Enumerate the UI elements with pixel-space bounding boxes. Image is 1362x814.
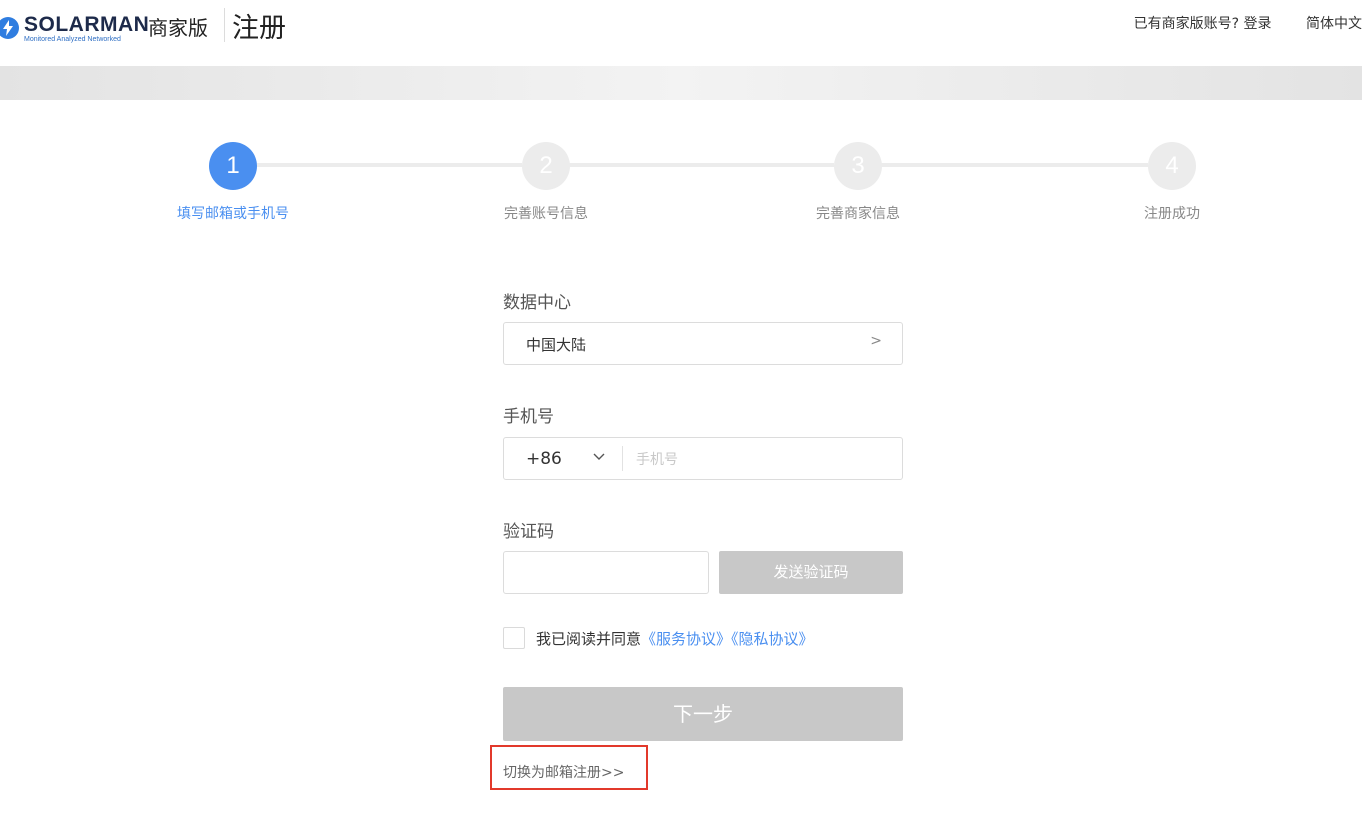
header: SOLARMAN Monitored Analyzed Networked 商家…: [0, 0, 1362, 66]
phone-divider: [622, 446, 623, 471]
step-1-circle: 1: [209, 142, 257, 190]
verify-code-label: 验证码: [503, 522, 554, 542]
send-code-button[interactable]: 发送验证码: [719, 551, 903, 594]
language-selector[interactable]: 简体中文: [1306, 13, 1362, 33]
edition-label: 商家版: [148, 16, 208, 40]
header-right: 已有商家版账号? 登录 简体中文: [1134, 13, 1362, 33]
step-2-circle: 2: [522, 142, 570, 190]
step-3-circle: 3: [834, 142, 882, 190]
page-title: 注册: [232, 13, 286, 44]
privacy-agreement-link[interactable]: 《隐私协议》: [731, 630, 814, 648]
phone-input[interactable]: [634, 446, 888, 473]
verify-code-input[interactable]: [514, 552, 698, 593]
data-center-label: 数据中心: [503, 293, 571, 313]
step-connector: [257, 163, 522, 167]
country-code-select[interactable]: +86: [504, 438, 622, 479]
brand-name: SOLARMAN: [24, 13, 150, 36]
step-2-label: 完善账号信息: [504, 206, 588, 222]
agreement-text: 我已阅读并同意《服务协议》《隐私协议》: [536, 628, 814, 649]
step-connector: [881, 163, 1148, 167]
login-link[interactable]: 已有商家版账号? 登录: [1134, 13, 1272, 33]
agreement-row: 我已阅读并同意《服务协议》《隐私协议》: [503, 627, 903, 649]
header-band: [0, 66, 1362, 100]
step-4-circle: 4: [1148, 142, 1196, 190]
registration-stepper: 1 2 3 4 填写邮箱或手机号 完善账号信息 完善商家信息 注册成功: [0, 140, 1362, 230]
data-center-select[interactable]: 中国大陆 >: [503, 322, 903, 365]
logo: SOLARMAN Monitored Analyzed Networked 商家…: [0, 8, 296, 48]
phone-field: +86: [503, 437, 903, 480]
service-agreement-link[interactable]: 《服务协议》: [641, 630, 731, 648]
brand-tagline: Monitored Analyzed Networked: [24, 36, 121, 43]
agree-checkbox[interactable]: [503, 627, 525, 649]
header-divider: [224, 8, 225, 42]
phone-label: 手机号: [503, 407, 554, 427]
agree-label: 我已阅读并同意: [536, 630, 642, 648]
country-code-value: +86: [526, 449, 562, 469]
chevron-down-icon: [592, 449, 606, 467]
step-1-label: 填写邮箱或手机号: [177, 206, 289, 222]
step-4-label: 注册成功: [1144, 206, 1200, 222]
verify-code-field: [503, 551, 709, 594]
data-center-value: 中国大陆: [526, 336, 587, 354]
step-connector: [569, 163, 834, 167]
step-3-label: 完善商家信息: [816, 206, 900, 222]
switch-to-email-link[interactable]: 切换为邮箱注册>>: [503, 762, 624, 782]
next-step-button[interactable]: 下一步: [503, 687, 903, 741]
chevron-right-icon: >: [870, 333, 882, 349]
solarman-logo-icon: [0, 17, 19, 39]
